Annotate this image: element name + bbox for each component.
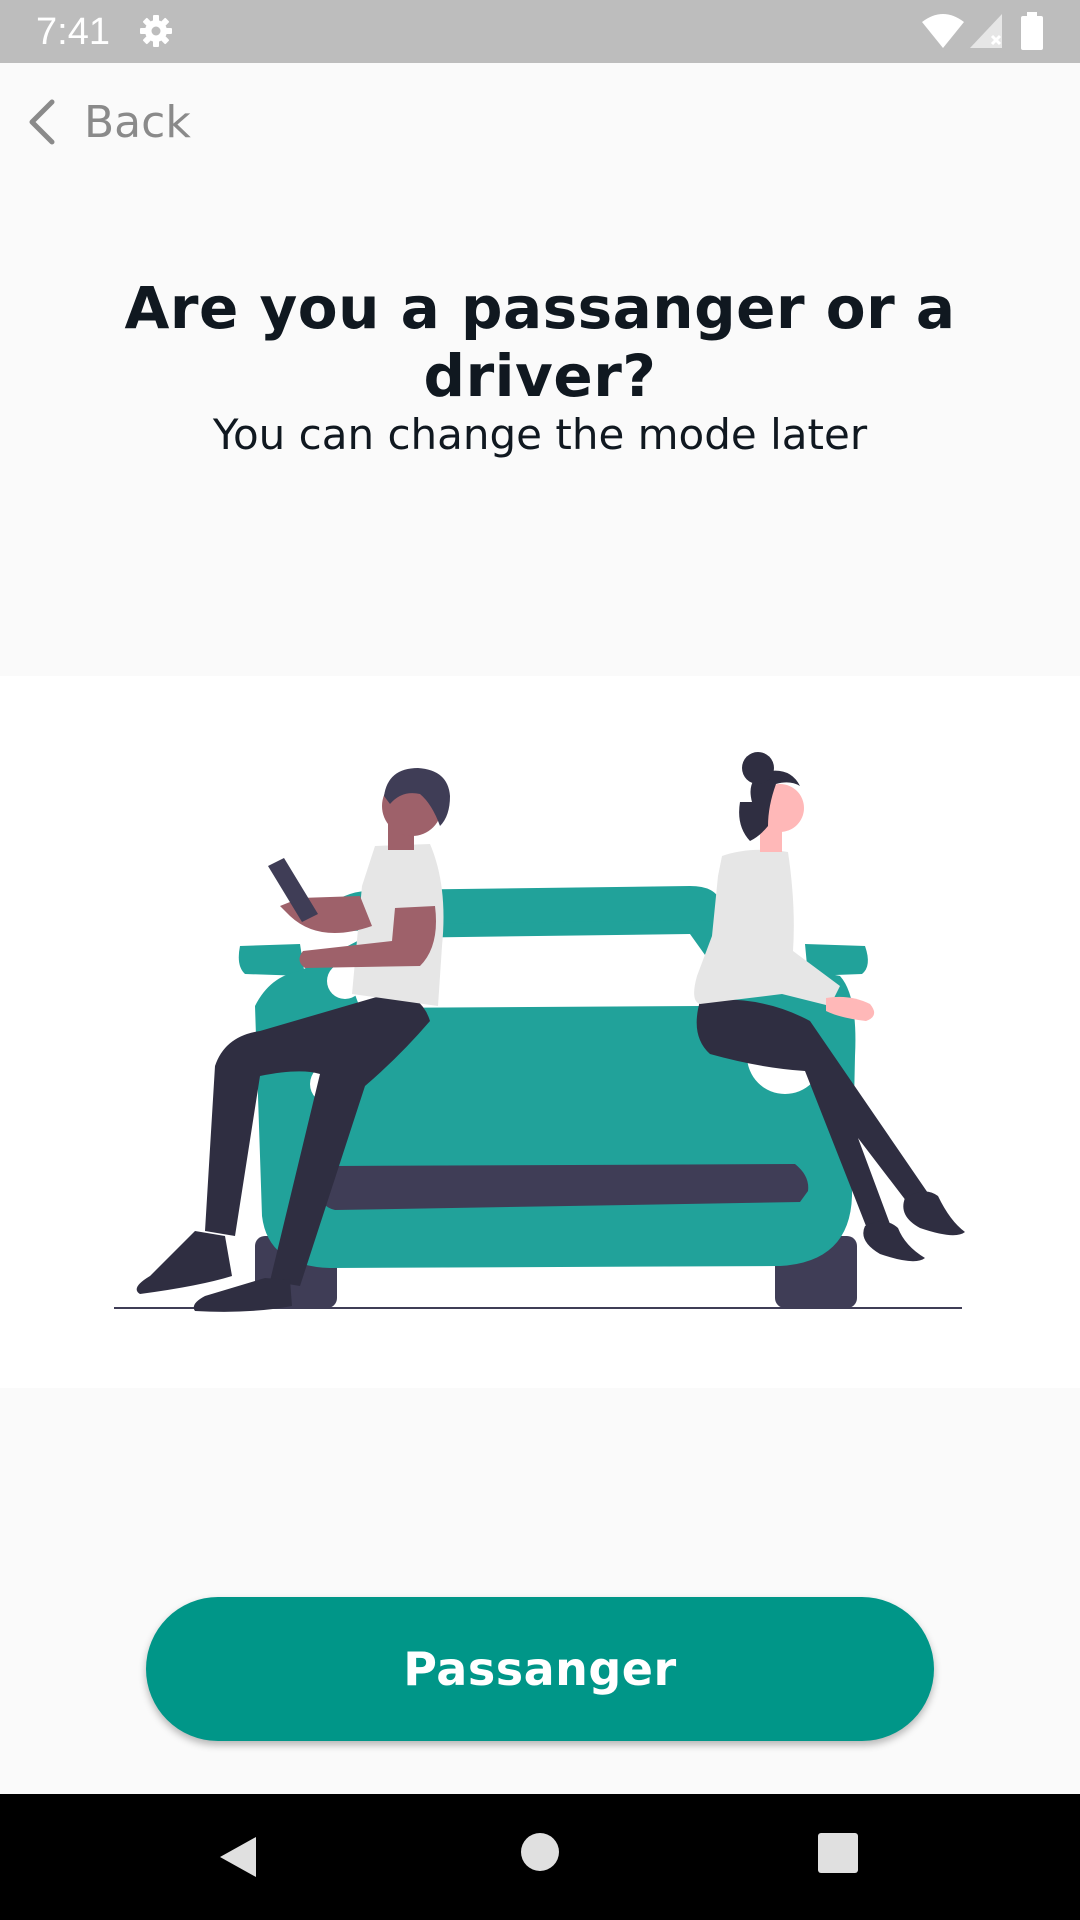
battery-icon (1020, 12, 1044, 54)
gear-icon (138, 13, 174, 53)
illustration-panel (0, 676, 1080, 1388)
wifi-icon (922, 14, 964, 52)
screen: 7:41 Back Are you a passanger or a drive… (0, 0, 1080, 1920)
couple-sitting-on-car-illustration (114, 752, 965, 1312)
cell-signal-icon (970, 14, 1004, 52)
passanger-button[interactable]: Passanger (146, 1597, 934, 1741)
system-nav-bar (0, 1794, 1080, 1920)
nav-home-icon[interactable] (520, 1832, 560, 1876)
page-subtitle: You can change the mode later (212, 410, 868, 459)
passanger-button-label: Passanger (403, 1642, 677, 1696)
page-title: Are you a passanger or a driver? (124, 274, 956, 410)
nav-back-icon[interactable] (216, 1833, 260, 1885)
status-time: 7:41 (36, 11, 110, 53)
back-button[interactable]: Back (26, 92, 191, 152)
nav-recents-icon[interactable] (818, 1833, 858, 1877)
chevron-left-icon (26, 98, 56, 146)
status-bar: 7:41 (0, 0, 1080, 63)
back-label: Back (84, 96, 191, 148)
